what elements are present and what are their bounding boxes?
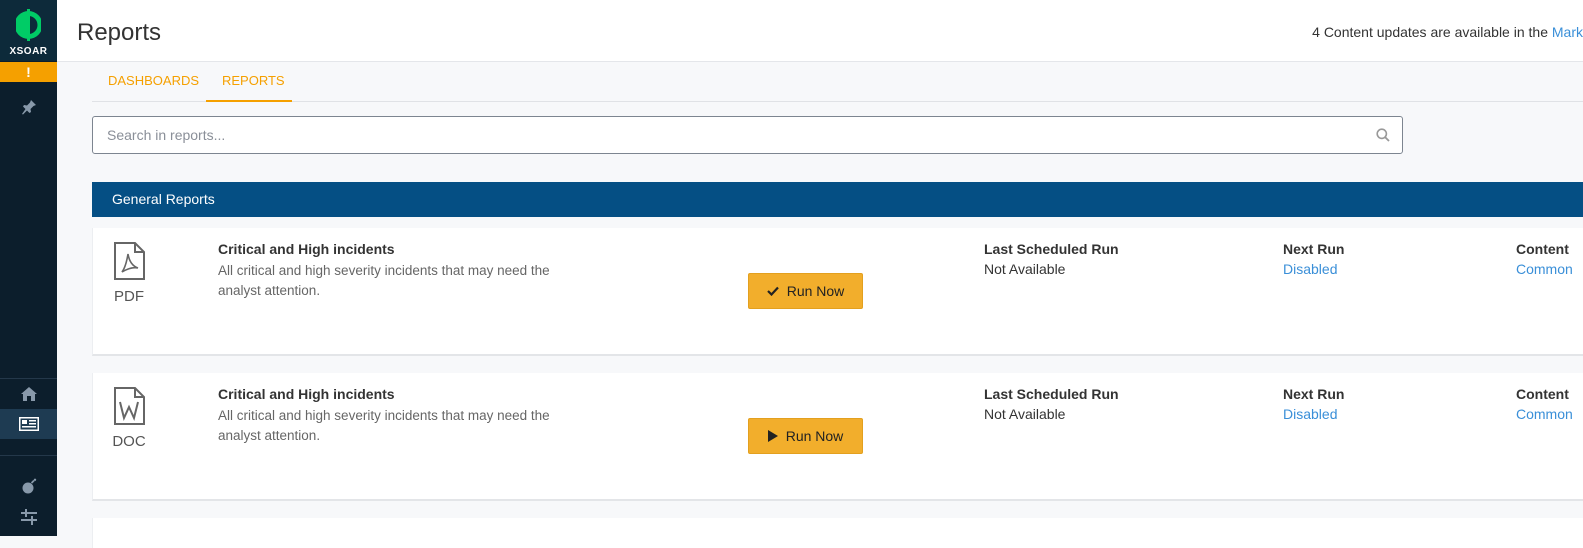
last-scheduled-run-value: Not Available — [984, 261, 1066, 277]
run-now-label: Run Now — [786, 283, 845, 299]
next-run-value[interactable]: Disabled — [1283, 406, 1337, 422]
sidebar: XSOAR ! — [0, 0, 57, 536]
content-value[interactable]: Common — [1516, 406, 1573, 422]
check-icon — [766, 286, 779, 296]
sliders-icon[interactable] — [0, 502, 57, 532]
page-header: Reports 4 Content updates are available … — [57, 0, 1583, 62]
content-updates-notice: 4 Content updates are available in the M… — [1312, 24, 1583, 40]
search-box — [92, 116, 1403, 154]
report-title[interactable]: Critical and High incidents — [218, 241, 395, 257]
xsoar-logo-icon — [16, 9, 41, 41]
reports-icon[interactable] — [0, 409, 57, 439]
logo-text: XSOAR — [9, 46, 48, 57]
content-value[interactable]: Common — [1516, 261, 1573, 277]
doc-file-icon — [114, 387, 145, 425]
content-label: Content — [1516, 386, 1569, 402]
report-description: All critical and high severity incidents… — [218, 263, 550, 298]
last-scheduled-run-label: Last Scheduled Run — [984, 386, 1119, 402]
next-run-label: Next Run — [1283, 241, 1345, 257]
last-scheduled-run-label: Last Scheduled Run — [984, 241, 1119, 257]
next-run-value[interactable]: Disabled — [1283, 261, 1337, 277]
report-title[interactable]: Critical and High incidents — [218, 386, 395, 402]
marketplace-link[interactable]: Mark — [1552, 24, 1583, 40]
file-type-label: DOC — [112, 433, 146, 450]
file-type-label: PDF — [114, 288, 144, 305]
alert-indicator[interactable]: ! — [0, 62, 57, 82]
tab-dashboards[interactable]: DASHBOARDS — [92, 62, 206, 102]
home-icon[interactable] — [0, 379, 57, 409]
report-card: PDF Critical and High incidents All crit… — [92, 228, 1583, 356]
report-card: DOC Critical and High incidents All crit… — [92, 373, 1583, 501]
tab-bar: DASHBOARDS REPORTS — [92, 62, 1583, 102]
xsoar-logo[interactable]: XSOAR — [0, 0, 57, 61]
page-title: Reports — [77, 19, 162, 46]
search-input[interactable] — [107, 117, 1357, 153]
run-now-label: Run Now — [785, 428, 844, 444]
content-updates-text: 4 Content updates are available in the — [1312, 24, 1552, 40]
report-description: All critical and high severity incidents… — [218, 408, 550, 443]
last-scheduled-run-value: Not Available — [984, 406, 1066, 422]
pdf-file-icon — [114, 242, 145, 280]
pin-icon[interactable] — [0, 92, 57, 122]
next-run-label: Next Run — [1283, 386, 1345, 402]
tab-reports[interactable]: REPORTS — [206, 62, 292, 102]
bomb-icon[interactable] — [0, 471, 57, 501]
run-now-button[interactable]: Run Now — [748, 418, 863, 454]
section-header-general-reports: General Reports — [92, 182, 1583, 217]
report-card-partial — [92, 518, 1583, 548]
run-now-button[interactable]: Run Now — [748, 273, 863, 309]
search-icon[interactable] — [1376, 128, 1390, 142]
content-label: Content — [1516, 241, 1569, 257]
play-icon — [767, 430, 778, 442]
